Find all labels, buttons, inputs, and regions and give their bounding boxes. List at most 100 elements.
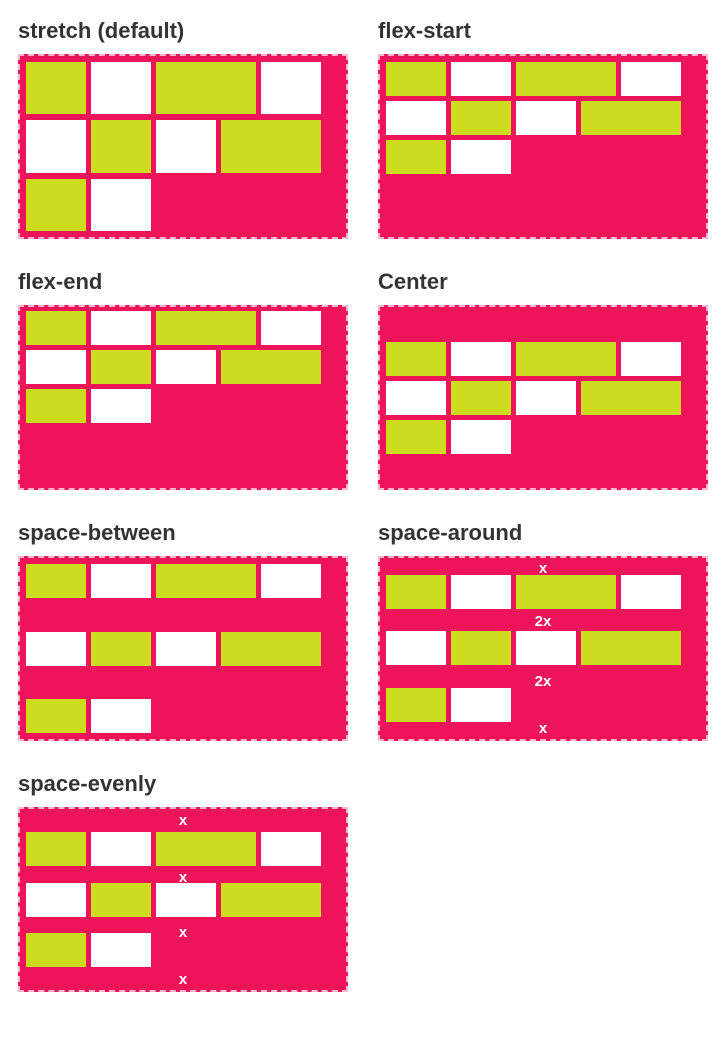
flex-item — [156, 311, 256, 345]
flex-item — [26, 62, 86, 114]
flex-item — [221, 632, 321, 666]
flex-item — [91, 699, 151, 733]
flex-item — [386, 688, 446, 722]
diagram-grid: stretch (default) flex-start — [18, 18, 707, 992]
flex-item — [621, 575, 681, 609]
panel-flex-start: flex-start — [378, 18, 708, 239]
annotation-x: x — [523, 560, 563, 577]
annotation-x: x — [523, 720, 563, 737]
flex-item — [386, 631, 446, 665]
flex-row — [26, 632, 340, 666]
flex-item — [221, 883, 321, 917]
flex-container-start — [378, 54, 708, 239]
flex-row — [386, 575, 700, 609]
flex-item — [516, 101, 576, 135]
flex-item — [621, 342, 681, 376]
flex-item — [386, 381, 446, 415]
flex-row — [26, 564, 340, 598]
annotation-x: x — [163, 869, 203, 886]
flex-item — [451, 101, 511, 135]
flex-row — [26, 62, 340, 114]
flex-row — [26, 699, 340, 733]
panel-space-between: space-between — [18, 520, 348, 741]
flex-item — [156, 632, 216, 666]
flex-item — [516, 381, 576, 415]
annotation-2x: 2x — [523, 613, 563, 630]
flex-item — [26, 120, 86, 172]
annotation-x: x — [163, 971, 203, 988]
panel-space-evenly: space-evenly x x x x — [18, 771, 348, 992]
flex-item — [91, 933, 151, 967]
panel-title: stretch (default) — [18, 18, 348, 44]
flex-row — [386, 688, 700, 722]
flex-item — [91, 179, 151, 231]
flex-item — [26, 350, 86, 384]
flex-item — [91, 883, 151, 917]
flex-item — [451, 420, 511, 454]
flex-item — [156, 883, 216, 917]
flex-item — [451, 140, 511, 174]
flex-row — [386, 140, 700, 174]
flex-item — [91, 832, 151, 866]
flex-item — [581, 101, 681, 135]
flex-row — [26, 311, 340, 345]
panel-stretch: stretch (default) — [18, 18, 348, 239]
flex-container-evenly: x x x x — [18, 807, 348, 992]
flex-item — [26, 699, 86, 733]
flex-item — [26, 389, 86, 423]
flex-item — [261, 311, 321, 345]
flex-item — [581, 381, 681, 415]
flex-item — [516, 62, 616, 96]
panel-space-around: space-around x 2x 2x x — [378, 520, 708, 741]
flex-container-around: x 2x 2x x — [378, 556, 708, 741]
flex-item — [581, 631, 681, 665]
annotation-x: x — [163, 812, 203, 829]
flex-item — [221, 120, 321, 172]
flex-container-end — [18, 305, 348, 490]
flex-item — [91, 62, 151, 114]
flex-row — [386, 62, 700, 96]
flex-row — [386, 381, 700, 415]
flex-row — [386, 101, 700, 135]
flex-item — [26, 632, 86, 666]
flex-item — [261, 62, 321, 114]
flex-item — [516, 575, 616, 609]
flex-row — [26, 179, 340, 231]
flex-item — [451, 342, 511, 376]
flex-item — [451, 381, 511, 415]
flex-item — [156, 350, 216, 384]
panel-title: flex-end — [18, 269, 348, 295]
panel-title: space-evenly — [18, 771, 348, 797]
flex-item — [261, 832, 321, 866]
flex-row — [26, 350, 340, 384]
annotation-2x: 2x — [523, 673, 563, 690]
panel-title: flex-start — [378, 18, 708, 44]
flex-item — [451, 688, 511, 722]
flex-item — [386, 575, 446, 609]
flex-item — [386, 62, 446, 96]
flex-row — [386, 342, 700, 376]
flex-item — [26, 311, 86, 345]
flex-item — [26, 883, 86, 917]
flex-item — [451, 631, 511, 665]
flex-row — [26, 832, 340, 866]
flex-item — [621, 62, 681, 96]
flex-item — [221, 350, 321, 384]
flex-item — [26, 832, 86, 866]
flex-item — [91, 350, 151, 384]
panel-title: Center — [378, 269, 708, 295]
flex-item — [386, 101, 446, 135]
flex-row — [26, 883, 340, 917]
panel-title: space-around — [378, 520, 708, 546]
flex-item — [91, 632, 151, 666]
flex-row — [386, 420, 700, 454]
flex-item — [91, 564, 151, 598]
flex-item — [91, 311, 151, 345]
flex-container-stretch — [18, 54, 348, 239]
flex-item — [156, 120, 216, 172]
flex-item — [26, 933, 86, 967]
flex-item — [26, 179, 86, 231]
flex-item — [516, 342, 616, 376]
flex-row — [26, 389, 340, 423]
flex-item — [386, 420, 446, 454]
